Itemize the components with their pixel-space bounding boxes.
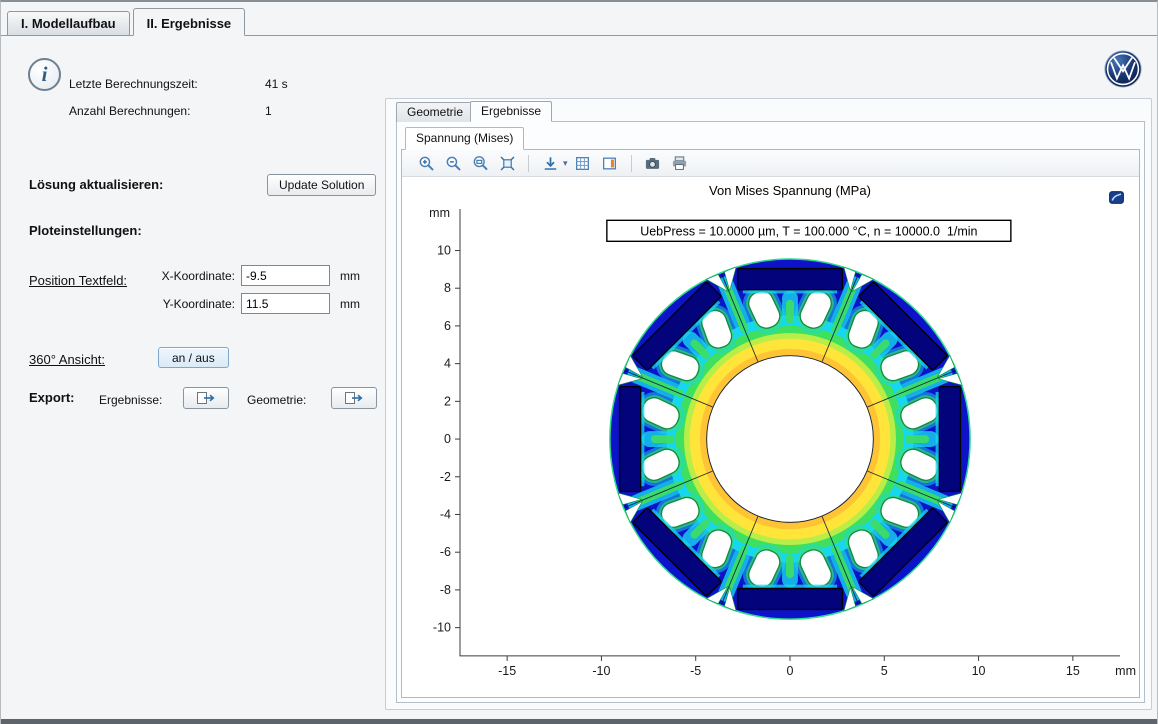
view-menu-caret[interactable]: ▾ (563, 158, 568, 169)
printer-icon (671, 155, 688, 172)
snapshot-button[interactable] (641, 152, 665, 174)
x-tick-label: 0 (787, 664, 794, 678)
zoom-out-button[interactable] (441, 152, 465, 174)
unit-x-coordinate: mm (340, 269, 360, 283)
stat-value-calc-time: 41 s (265, 77, 288, 91)
rotor-stress-plot (610, 259, 970, 619)
info-icon: i (28, 58, 61, 91)
y-tick-label: 8 (444, 281, 451, 295)
x-axis-unit: mm (1115, 664, 1136, 678)
results-panel: Geometrie Ergebnisse Spannung (Mises) (385, 98, 1152, 710)
x-tick-label: -15 (498, 664, 516, 678)
360-view-toggle-button[interactable]: an / aus (158, 347, 229, 368)
go-to-default-view-button[interactable] (538, 152, 562, 174)
label-x-coordinate: X-Koordinate: (151, 269, 235, 283)
legend-icon (601, 155, 618, 172)
export-geometry-button[interactable] (331, 387, 377, 409)
export-icon (196, 391, 216, 405)
x-tick-label: -5 (690, 664, 701, 678)
zoom-extents-icon (499, 155, 516, 172)
zoom-in-button[interactable] (414, 152, 438, 174)
plot-annotation-text: UebPress = 10.0000 µm, T = 100.000 °C, n… (640, 224, 977, 238)
plot-region: Von Mises Spannung (MPa) mm 10 8 6 4 2 0 -2 -4 -6 -… (402, 179, 1139, 700)
application-window: I. Modellaufbau II. Ergebnisse i Letzte … (0, 0, 1158, 724)
section-update-solution: Lösung aktualisieren: (29, 177, 163, 192)
label-360-view: 360° Ansicht: (29, 352, 105, 367)
zoom-box-button[interactable] (468, 152, 492, 174)
zoom-in-icon (418, 155, 435, 172)
y-tick-label: -8 (440, 583, 451, 597)
y-tick-label: 2 (444, 394, 451, 408)
toolbar-separator (528, 155, 529, 172)
y-tick-label: -2 (440, 470, 451, 484)
export-results-button[interactable] (183, 387, 229, 409)
section-plot-settings: Ploteinstellungen: (29, 223, 142, 238)
y-tick-label: 6 (444, 319, 451, 333)
y-tick-label: 0 (444, 432, 451, 446)
y-coordinate-input[interactable] (241, 293, 330, 314)
label-y-coordinate: Y-Koordinate: (151, 297, 235, 311)
plot-title: Von Mises Spannung (MPa) (709, 183, 871, 198)
plot-canvas[interactable]: Von Mises Spannung (MPa) mm 10 8 6 4 2 0 -2 -4 -6 -… (404, 179, 1144, 695)
tab-content: i Letzte Berechnungszeit: 41 s Anzahl Be… (1, 36, 1157, 719)
label-export-results: Ergebnisse: (99, 393, 162, 407)
grid-icon (574, 155, 591, 172)
label-export-geometry: Geometrie: (247, 393, 306, 407)
plot-group-icon[interactable] (1108, 189, 1125, 206)
zoom-out-icon (445, 155, 462, 172)
y-tick-label: -10 (433, 621, 451, 635)
tab-ergebnisse-inner[interactable]: Ergebnisse (470, 101, 552, 122)
section-export: Export: (29, 390, 75, 405)
main-tab-bar: I. Modellaufbau II. Ergebnisse (1, 8, 1157, 36)
camera-icon (644, 155, 661, 172)
stat-value-calc-count: 1 (265, 104, 272, 118)
unit-y-coordinate: mm (340, 297, 360, 311)
tab-modellaufbau[interactable]: I. Modellaufbau (7, 11, 130, 35)
y-tick-label: -4 (440, 507, 451, 521)
legend-toggle-button[interactable] (598, 152, 622, 174)
graphics-window: ▾ (401, 149, 1140, 698)
zoom-extents-button[interactable] (495, 152, 519, 174)
grid-toggle-button[interactable] (571, 152, 595, 174)
export-icon (344, 391, 364, 405)
update-solution-button[interactable]: Update Solution (267, 174, 376, 196)
x-tick-label: 15 (1066, 664, 1080, 678)
label-position-textfield: Position Textfeld: (29, 273, 127, 288)
vw-logo (1103, 49, 1143, 89)
tab-geometrie[interactable]: Geometrie (396, 102, 474, 122)
x-tick-label: 10 (972, 664, 986, 678)
tab-spannung-mises[interactable]: Spannung (Mises) (405, 127, 524, 150)
graphics-toolbar: ▾ (402, 150, 1139, 177)
y-tick-label: 10 (437, 243, 451, 257)
tab-ergebnisse[interactable]: II. Ergebnisse (133, 8, 246, 36)
x-coordinate-input[interactable] (241, 265, 330, 286)
zoom-box-icon (472, 155, 489, 172)
stat-label-calc-count: Anzahl Berechnungen: (69, 104, 190, 118)
x-tick-label: -10 (592, 664, 610, 678)
print-button[interactable] (668, 152, 692, 174)
y-tick-label: 4 (444, 357, 451, 371)
stat-label-calc-time: Letzte Berechnungszeit: (69, 77, 198, 91)
window-bottom-edge (1, 719, 1157, 724)
y-tick-label: -6 (440, 545, 451, 559)
go-to-default-view-icon (542, 155, 559, 172)
toolbar-separator (631, 155, 632, 172)
results-tab-pane: Spannung (Mises) (396, 121, 1145, 703)
x-tick-label: 5 (881, 664, 888, 678)
y-axis-unit: mm (429, 206, 450, 220)
